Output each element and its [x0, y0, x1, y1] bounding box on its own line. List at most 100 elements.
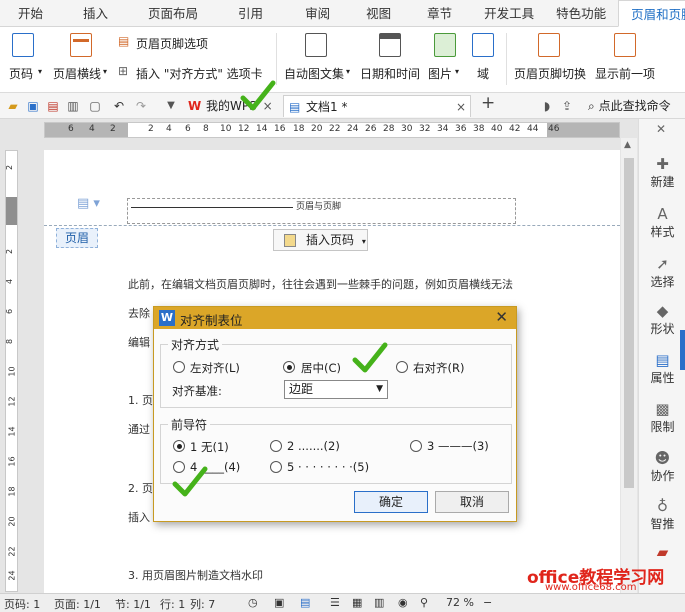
leader-group-label: 前导符	[168, 416, 211, 433]
insert-page-number-button[interactable]: 插入页码 ▾	[273, 229, 368, 251]
picture-button[interactable]: 图片	[428, 65, 452, 82]
collapse-icon[interactable]: ✕	[656, 122, 666, 136]
tab-document1[interactable]: ▤ 文档1 * ×	[283, 95, 471, 117]
leader2-label[interactable]: 2 .......(2)	[287, 439, 340, 453]
vertical-scrollbar[interactable]: ▲	[621, 138, 637, 593]
ruler-label: 44	[527, 124, 539, 134]
align-center-radio[interactable]	[283, 361, 295, 373]
ruler-label: 8	[203, 124, 209, 134]
redo-icon[interactable]: ↷	[134, 99, 148, 113]
close-icon[interactable]: ✕	[495, 308, 508, 326]
leader3-label[interactable]: 3 ———(3)	[427, 439, 489, 453]
align-right-label[interactable]: 右对齐(R)	[413, 360, 464, 376]
switch-header-footer-button[interactable]: 页眉页脚切换	[514, 65, 586, 82]
sidebar-item-recommend[interactable]: ♁ 智推	[639, 497, 685, 532]
sidebar-item-collaborate[interactable]: ☻ 协作	[639, 449, 685, 484]
ruler-label: 40	[491, 124, 503, 134]
sidebar-item-shape[interactable]: ◆ 形状	[639, 302, 685, 337]
revision-icon[interactable]: ◷	[248, 596, 258, 609]
show-previous-button[interactable]: 显示前一项	[595, 65, 655, 82]
sidebar-item-select[interactable]: ➚ 选择	[639, 255, 685, 290]
read-view-icon[interactable]: ▥	[374, 596, 384, 609]
command-search[interactable]: ⌕ 点此查找命令	[588, 97, 671, 114]
tab-review[interactable]: 审阅	[275, 0, 342, 27]
leader5-label[interactable]: 5 · · · · · · · ·(5)	[287, 460, 369, 474]
undo-icon[interactable]: ↶	[112, 99, 126, 113]
tab-insert[interactable]: 插入	[55, 0, 120, 27]
ruler-label: 42	[509, 124, 521, 134]
sidebar-item-restrict[interactable]: ▩ 限制	[639, 400, 685, 435]
page-number-button[interactable]: 页码	[9, 65, 33, 82]
align-base-select[interactable]: 边距 ▼	[284, 380, 388, 399]
align-left-radio[interactable]	[173, 361, 185, 373]
scrollbar-thumb[interactable]	[624, 158, 634, 488]
ruler-label: 10	[7, 366, 17, 377]
switch-icon	[538, 33, 560, 57]
ruler-label: 6	[68, 124, 74, 134]
tab-page-layout[interactable]: 页面布局	[120, 0, 210, 27]
zoom-level[interactable]: 72 %	[446, 596, 474, 609]
tab-view[interactable]: 视图	[342, 0, 403, 27]
print-icon[interactable]: ▥	[66, 99, 80, 113]
save-icon[interactable]: ▣	[26, 99, 40, 113]
align-left-label[interactable]: 左对齐(L)	[190, 360, 240, 376]
web-view-icon[interactable]: ▦	[352, 596, 362, 609]
header-tag: 页眉	[56, 228, 98, 248]
open-folder-icon[interactable]: ▰	[6, 99, 20, 113]
page-view-icon[interactable]: ▤	[300, 596, 310, 609]
chevron-down-icon: ▾	[455, 67, 460, 76]
leader1-radio[interactable]	[173, 440, 185, 452]
dialog-titlebar[interactable]: W 对齐制表位 ✕	[154, 307, 516, 329]
tab-references[interactable]: 引用	[210, 0, 275, 27]
sidebar-expand-handle[interactable]	[680, 330, 685, 370]
tab-start[interactable]: 开始	[0, 0, 55, 27]
edit-icon: ▤	[118, 34, 130, 48]
checkmark-icon	[172, 466, 208, 497]
sidebar-item-new[interactable]: ✚ 新建	[639, 155, 685, 190]
document-icon[interactable]: ▤ ▾	[77, 196, 100, 211]
sidebar-item-toolbox[interactable]: ▰	[639, 543, 685, 561]
dropdown-icon[interactable]: ▼	[164, 99, 178, 113]
location-icon[interactable]: ⚲	[420, 596, 428, 609]
tab-chapter[interactable]: 章节	[403, 0, 464, 27]
status-section: 节: 1/1	[115, 598, 151, 611]
leader2-radio[interactable]	[270, 440, 282, 452]
style-icon: A	[657, 205, 668, 223]
tab-header-footer[interactable]: 页眉和页脚	[618, 0, 685, 27]
sidebar-item-properties[interactable]: ▤ 属性	[639, 351, 685, 386]
ruler-label: 4	[166, 124, 172, 134]
new-tab-icon[interactable]: +	[481, 95, 495, 112]
outline-view-icon[interactable]: ☰	[330, 596, 340, 609]
print-preview-icon[interactable]: ▢	[88, 99, 102, 113]
zoom-out-icon[interactable]: −	[483, 596, 492, 609]
ok-button[interactable]: 确定	[354, 491, 428, 513]
scroll-up-icon[interactable]: ▲	[624, 140, 631, 150]
header-footer-options-button[interactable]: 页眉页脚选项	[136, 35, 208, 52]
horizontal-ruler[interactable]: 6 4 2 2 4 6 8 10 12 14 16 18 20 22 24 26…	[44, 122, 620, 138]
tab-developer[interactable]: 开发工具	[464, 0, 546, 27]
leader5-radio[interactable]	[270, 461, 282, 473]
fullscreen-icon[interactable]: ▣	[274, 596, 284, 609]
tab-special[interactable]: 特色功能	[546, 0, 618, 27]
ruler-label: 22	[329, 124, 341, 134]
ruler-label: 2	[110, 124, 116, 134]
field-button[interactable]: 域	[477, 65, 489, 82]
eye-icon[interactable]: ◉	[398, 596, 408, 609]
d-icon[interactable]: ◗	[540, 99, 554, 113]
sidebar-item-style[interactable]: A 样式	[639, 205, 685, 240]
chevron-down-icon: ▾	[346, 67, 351, 76]
vertical-ruler[interactable]: 2 2 4 6 8 10 12 14 16 18 20 22 24	[5, 150, 18, 592]
close-icon[interactable]: ×	[456, 96, 466, 118]
align-center-label[interactable]: 居中(C)	[301, 360, 341, 376]
auto-text-button[interactable]: 自动图文集	[284, 65, 344, 82]
cloud-icon[interactable]: ⇪	[560, 99, 574, 113]
header-line-icon	[70, 33, 92, 57]
align-right-radio[interactable]	[396, 361, 408, 373]
leader3-radio[interactable]	[410, 440, 422, 452]
cancel-button[interactable]: 取消	[435, 491, 509, 513]
pdf-icon[interactable]: ▤	[46, 99, 60, 113]
leader1-label[interactable]: 1 无(1)	[190, 439, 229, 455]
header-line-button[interactable]: 页眉横线	[53, 65, 101, 82]
date-time-button[interactable]: 日期和时间	[360, 65, 420, 82]
ruler-label: 6	[5, 308, 15, 315]
